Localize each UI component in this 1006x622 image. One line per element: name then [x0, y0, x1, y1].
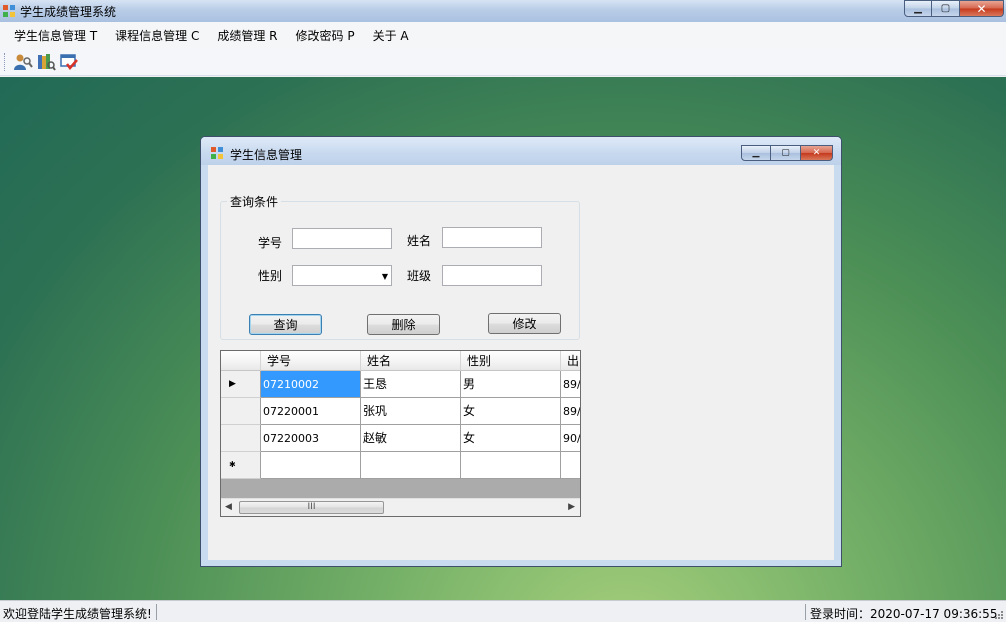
menu-change-password[interactable]: 修改密码 P [288, 25, 363, 46]
minimize-icon: ▁ [914, 2, 922, 14]
toolbar-course-info-button[interactable] [34, 51, 57, 73]
resize-grip-icon[interactable] [994, 610, 1004, 620]
table-cell[interactable]: 07220001 [261, 398, 361, 425]
table-cell[interactable]: 89/ [561, 371, 580, 398]
maximize-icon: ▢ [781, 147, 790, 158]
child-minimize-button[interactable]: ▁ [741, 145, 771, 161]
child-app-icon [211, 147, 223, 159]
scroll-right-icon[interactable]: ▶ [568, 502, 575, 512]
new-row-cell[interactable] [461, 452, 561, 479]
maximize-icon: ▢ [940, 2, 951, 14]
child-client-area: 查询条件 学号 姓名 性别 ▼ 班级 查询 删除 修改 学号 姓名 性别 出 ▶… [208, 165, 834, 560]
grid-horizontal-scrollbar[interactable]: ◀ III ▶ [221, 498, 580, 516]
status-divider [805, 604, 806, 620]
child-close-button[interactable]: ✕ [801, 145, 833, 161]
query-conditions-group: 查询条件 学号 姓名 性别 ▼ 班级 查询 删除 修改 [220, 193, 580, 340]
new-row-cell[interactable] [261, 452, 361, 479]
minimize-button[interactable]: ▁ [904, 0, 932, 17]
student-id-input[interactable] [292, 228, 392, 249]
course-info-icon [37, 53, 56, 71]
table-cell[interactable]: 89/ [561, 398, 580, 425]
table-cell[interactable]: 90/ [561, 425, 580, 452]
table-cell[interactable]: 07220003 [261, 425, 361, 452]
table-cell[interactable]: 张巩 [361, 398, 461, 425]
table-cell[interactable]: 王恳 [361, 371, 461, 398]
grid-body: 学号 姓名 性别 出 ▶ 07210002 王恳 男 89/ 07220001 … [221, 351, 580, 498]
class-input[interactable] [442, 265, 542, 286]
maximize-button[interactable]: ▢ [932, 0, 960, 17]
close-icon: ✕ [812, 147, 821, 158]
grade-check-icon [59, 53, 78, 70]
scroll-left-icon[interactable]: ◀ [225, 502, 232, 512]
chevron-down-icon: ▼ [381, 272, 388, 281]
status-welcome-text: 欢迎登陆学生成绩管理系统! [3, 607, 152, 621]
main-caption-buttons: ▁ ▢ ✕ [904, 0, 1004, 17]
status-bar: 欢迎登陆学生成绩管理系统! 登录时间：2020-07-17 09:36:55 [0, 600, 1006, 622]
query-conditions-legend: 查询条件 [227, 193, 282, 210]
grid-header-name[interactable]: 姓名 [361, 351, 461, 371]
student-data-grid[interactable]: 学号 姓名 性别 出 ▶ 07210002 王恳 男 89/ 07220001 … [220, 350, 581, 517]
menu-course-info[interactable]: 课程信息管理 C [107, 25, 207, 46]
table-cell[interactable]: 07210002 [261, 371, 361, 398]
app-icon [3, 5, 15, 17]
gender-label: 性别 [258, 269, 283, 283]
menu-about[interactable]: 关于 A [365, 25, 417, 46]
toolbar [0, 48, 1006, 76]
toolbar-student-info-button[interactable] [11, 51, 34, 73]
close-button[interactable]: ✕ [960, 0, 1004, 17]
new-row-header[interactable]: ✱ [221, 452, 261, 479]
class-label: 班级 [407, 269, 432, 283]
status-login-time: 登录时间：2020-07-17 09:36:55 [810, 607, 998, 621]
edit-button[interactable]: 修改 [488, 313, 561, 334]
grid-header-student-id[interactable]: 学号 [261, 351, 361, 371]
name-input[interactable] [442, 227, 542, 248]
student-id-label: 学号 [258, 236, 283, 250]
table-cell[interactable]: 男 [461, 371, 561, 398]
row-header[interactable] [221, 398, 261, 425]
delete-button[interactable]: 删除 [367, 314, 440, 335]
student-info-icon [13, 54, 33, 70]
current-row-arrow-icon: ▶ [229, 379, 236, 389]
scroll-thumb[interactable]: III [239, 501, 384, 514]
child-caption-buttons: ▁ ▢ ✕ [741, 145, 833, 161]
minimize-icon: ▁ [752, 147, 760, 158]
table-cell[interactable]: 女 [461, 425, 561, 452]
child-title-bar[interactable]: 学生信息管理 ▁ ▢ ✕ [201, 137, 841, 165]
menu-grade-management[interactable]: 成绩管理 R [209, 25, 285, 46]
new-row-cell[interactable] [561, 452, 580, 479]
close-icon: ✕ [976, 1, 987, 16]
table-cell[interactable]: 赵敏 [361, 425, 461, 452]
child-window-title: 学生信息管理 [230, 148, 303, 162]
grid-header-birth[interactable]: 出 [561, 351, 580, 371]
toolbar-grip[interactable] [4, 52, 7, 71]
row-header[interactable]: ▶ [221, 371, 261, 398]
student-info-window: 学生信息管理 ▁ ▢ ✕ 查询条件 学号 姓名 性别 ▼ 班级 查询 删除 修改 [200, 136, 842, 567]
main-window-title: 学生成绩管理系统 [20, 5, 117, 19]
main-title-bar: 学生成绩管理系统 ▁ ▢ ✕ [0, 0, 1006, 22]
menu-bar: 学生信息管理 T 课程信息管理 C 成绩管理 R 修改密码 P 关于 A [0, 22, 1006, 48]
row-header[interactable] [221, 425, 261, 452]
status-divider [156, 604, 157, 620]
table-cell[interactable]: 女 [461, 398, 561, 425]
name-label: 姓名 [407, 234, 432, 248]
grid-corner-header[interactable] [221, 351, 261, 371]
new-row-cell[interactable] [361, 452, 461, 479]
menu-student-info[interactable]: 学生信息管理 T [6, 25, 105, 46]
toolbar-grade-button[interactable] [57, 51, 80, 73]
grid-header-gender[interactable]: 性别 [461, 351, 561, 371]
gender-select[interactable]: ▼ [292, 265, 392, 286]
new-row-icon: ✱ [229, 460, 236, 469]
query-button[interactable]: 查询 [249, 314, 322, 335]
child-maximize-button[interactable]: ▢ [771, 145, 801, 161]
